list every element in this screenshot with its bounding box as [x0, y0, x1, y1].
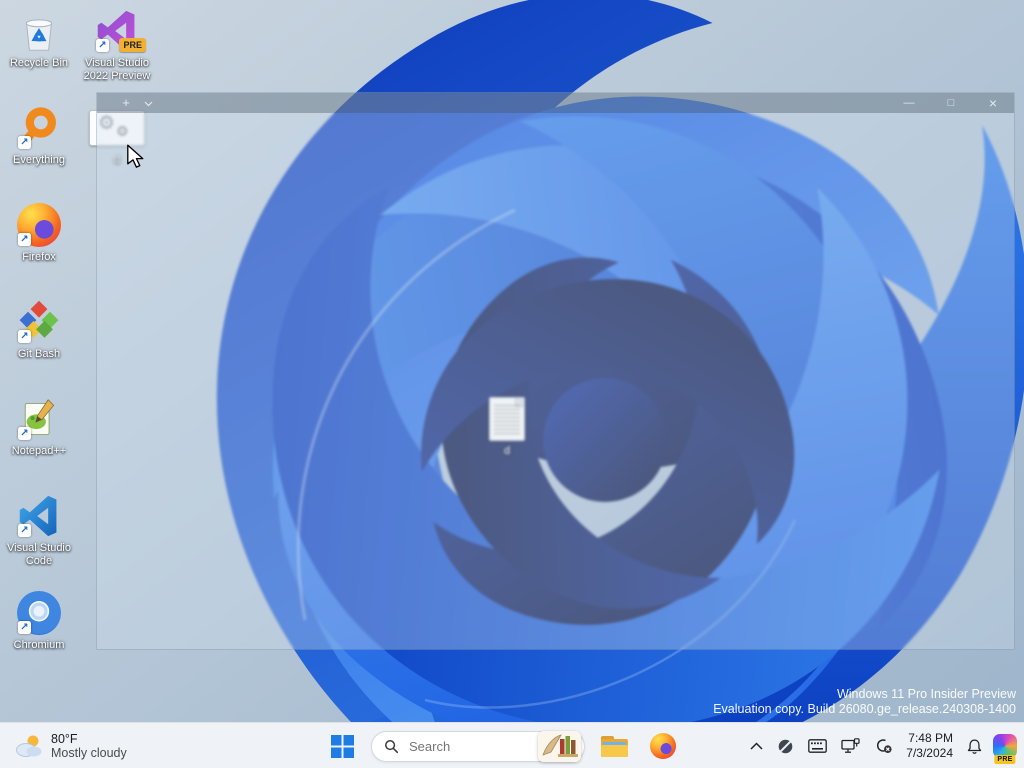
icon-label: Everything — [13, 154, 65, 166]
desktop-icon-visual-studio-2022-preview[interactable]: ↗ PRE Visual Studio 2022 Preview — [78, 8, 156, 83]
shortcut-arrow-icon: ↗ — [18, 330, 31, 343]
desktop: Recycle Bin ↗ PRE Visual Studio 2022 Pre… — [0, 0, 1024, 768]
desktop-icon-everything[interactable]: ↗ Everything — [0, 105, 78, 167]
windows-logo-icon — [330, 734, 354, 758]
icon-label: Recycle Bin — [9, 57, 69, 69]
icon-label: Firefox — [22, 251, 56, 263]
time-text: 7:48 PM — [908, 731, 953, 745]
window-titlebar[interactable]: + — □ × — [97, 93, 1014, 113]
copilot-pre-badge: PRE — [994, 755, 1016, 764]
notifications-button[interactable] — [959, 728, 990, 764]
icon-label: Visual Studio Code — [6, 542, 71, 567]
sun-behind-cloud-icon — [16, 735, 42, 757]
maximize-button[interactable]: □ — [930, 93, 972, 113]
evaluation-watermark: Windows 11 Pro Insider Preview Evaluatio… — [713, 687, 1016, 717]
file-explorer-icon — [600, 735, 628, 757]
close-button[interactable]: × — [972, 93, 1014, 113]
minimize-button[interactable]: — — [888, 93, 930, 113]
shortcut-arrow-icon: ↗ — [96, 39, 109, 52]
search-box[interactable] — [371, 730, 585, 762]
mouse-cursor — [124, 144, 146, 173]
start-button[interactable] — [322, 726, 362, 766]
watermark-line1: Windows 11 Pro Insider Preview — [836, 687, 1016, 701]
taskbar-file-explorer-button[interactable] — [594, 726, 634, 766]
audio-muted-icon — [877, 739, 892, 753]
tab-dropdown-button[interactable] — [137, 93, 159, 113]
weather-condition: Mostly cloudy — [51, 746, 127, 760]
vs-pre-badge: PRE — [119, 38, 146, 52]
firefox-icon — [650, 733, 676, 759]
desktop-icon-recycle-bin[interactable]: Recycle Bin — [0, 8, 78, 70]
search-highlights-image[interactable] — [538, 730, 581, 762]
firefox-icon: ↗ — [16, 202, 62, 248]
desktop-icon-visual-studio-code[interactable]: ↗ Visual Studio Code — [0, 493, 78, 568]
watermark-line2: Evaluation copy. Build 26080.ge_release.… — [713, 702, 1016, 716]
weather-temperature: 80°F — [51, 732, 78, 746]
terminal-window: + — □ × — [96, 92, 1015, 650]
audio-status-button[interactable] — [868, 728, 900, 764]
icon-label: Visual Studio 2022 Preview — [83, 57, 151, 82]
clock-button[interactable]: 7:48 PM 7/3/2024 — [900, 731, 959, 761]
icon-label: Notepad++ — [11, 445, 67, 457]
shortcut-arrow-icon: ↗ — [18, 136, 31, 149]
desktop-icon-git-bash[interactable]: ↗ Git Bash — [0, 299, 78, 361]
notepad-plus-plus-icon: ↗ — [16, 396, 62, 442]
chromium-icon: ↗ — [16, 590, 62, 636]
chevron-down-icon — [144, 101, 152, 107]
touch-keyboard-icon — [808, 739, 828, 753]
chevron-up-icon — [750, 742, 763, 750]
desktop-icon-notepad-plus-plus[interactable]: ↗ Notepad++ — [0, 396, 78, 458]
notification-bell-icon — [967, 738, 982, 754]
window-content-area[interactable] — [97, 113, 1014, 649]
touch-keyboard-button[interactable] — [801, 728, 834, 764]
new-tab-button[interactable]: + — [115, 93, 137, 113]
weather-widget-button[interactable]: 80°F Mostly cloudy — [6, 726, 135, 766]
desktop-icon-chromium[interactable]: ↗ Chromium — [0, 590, 78, 652]
search-icon — [385, 739, 399, 753]
network-display-icon — [841, 737, 860, 753]
hidden-icons-button[interactable] — [743, 728, 770, 764]
copilot-preview-button[interactable]: PRE — [990, 729, 1020, 764]
visual-studio-2022-icon: ↗ PRE — [94, 8, 146, 54]
search-input[interactable] — [407, 737, 521, 755]
ethernet-network-button[interactable] — [834, 728, 868, 764]
shortcut-arrow-icon: ↗ — [18, 233, 31, 246]
recycle-bin-icon — [16, 8, 62, 54]
network-status-button[interactable] — [770, 728, 801, 764]
shortcut-arrow-icon: ↗ — [18, 524, 31, 537]
everything-search-icon: ↗ — [16, 105, 62, 151]
taskbar: 80°F Mostly cloudy Search 7:48 PM 7/3/20… — [0, 722, 1024, 768]
git-bash-icon: ↗ — [16, 299, 62, 345]
icon-label: Git Bash — [17, 348, 61, 360]
shortcut-arrow-icon: ↗ — [18, 621, 31, 634]
icon-label: Chromium — [13, 639, 65, 651]
desktop-icon-firefox[interactable]: ↗ Firefox — [0, 202, 78, 264]
taskbar-firefox-button[interactable] — [643, 726, 683, 766]
no-internet-icon — [778, 739, 793, 753]
shortcut-arrow-icon: ↗ — [18, 427, 31, 440]
date-text: 7/3/2024 — [906, 746, 953, 760]
vscode-icon: ↗ — [16, 493, 62, 539]
